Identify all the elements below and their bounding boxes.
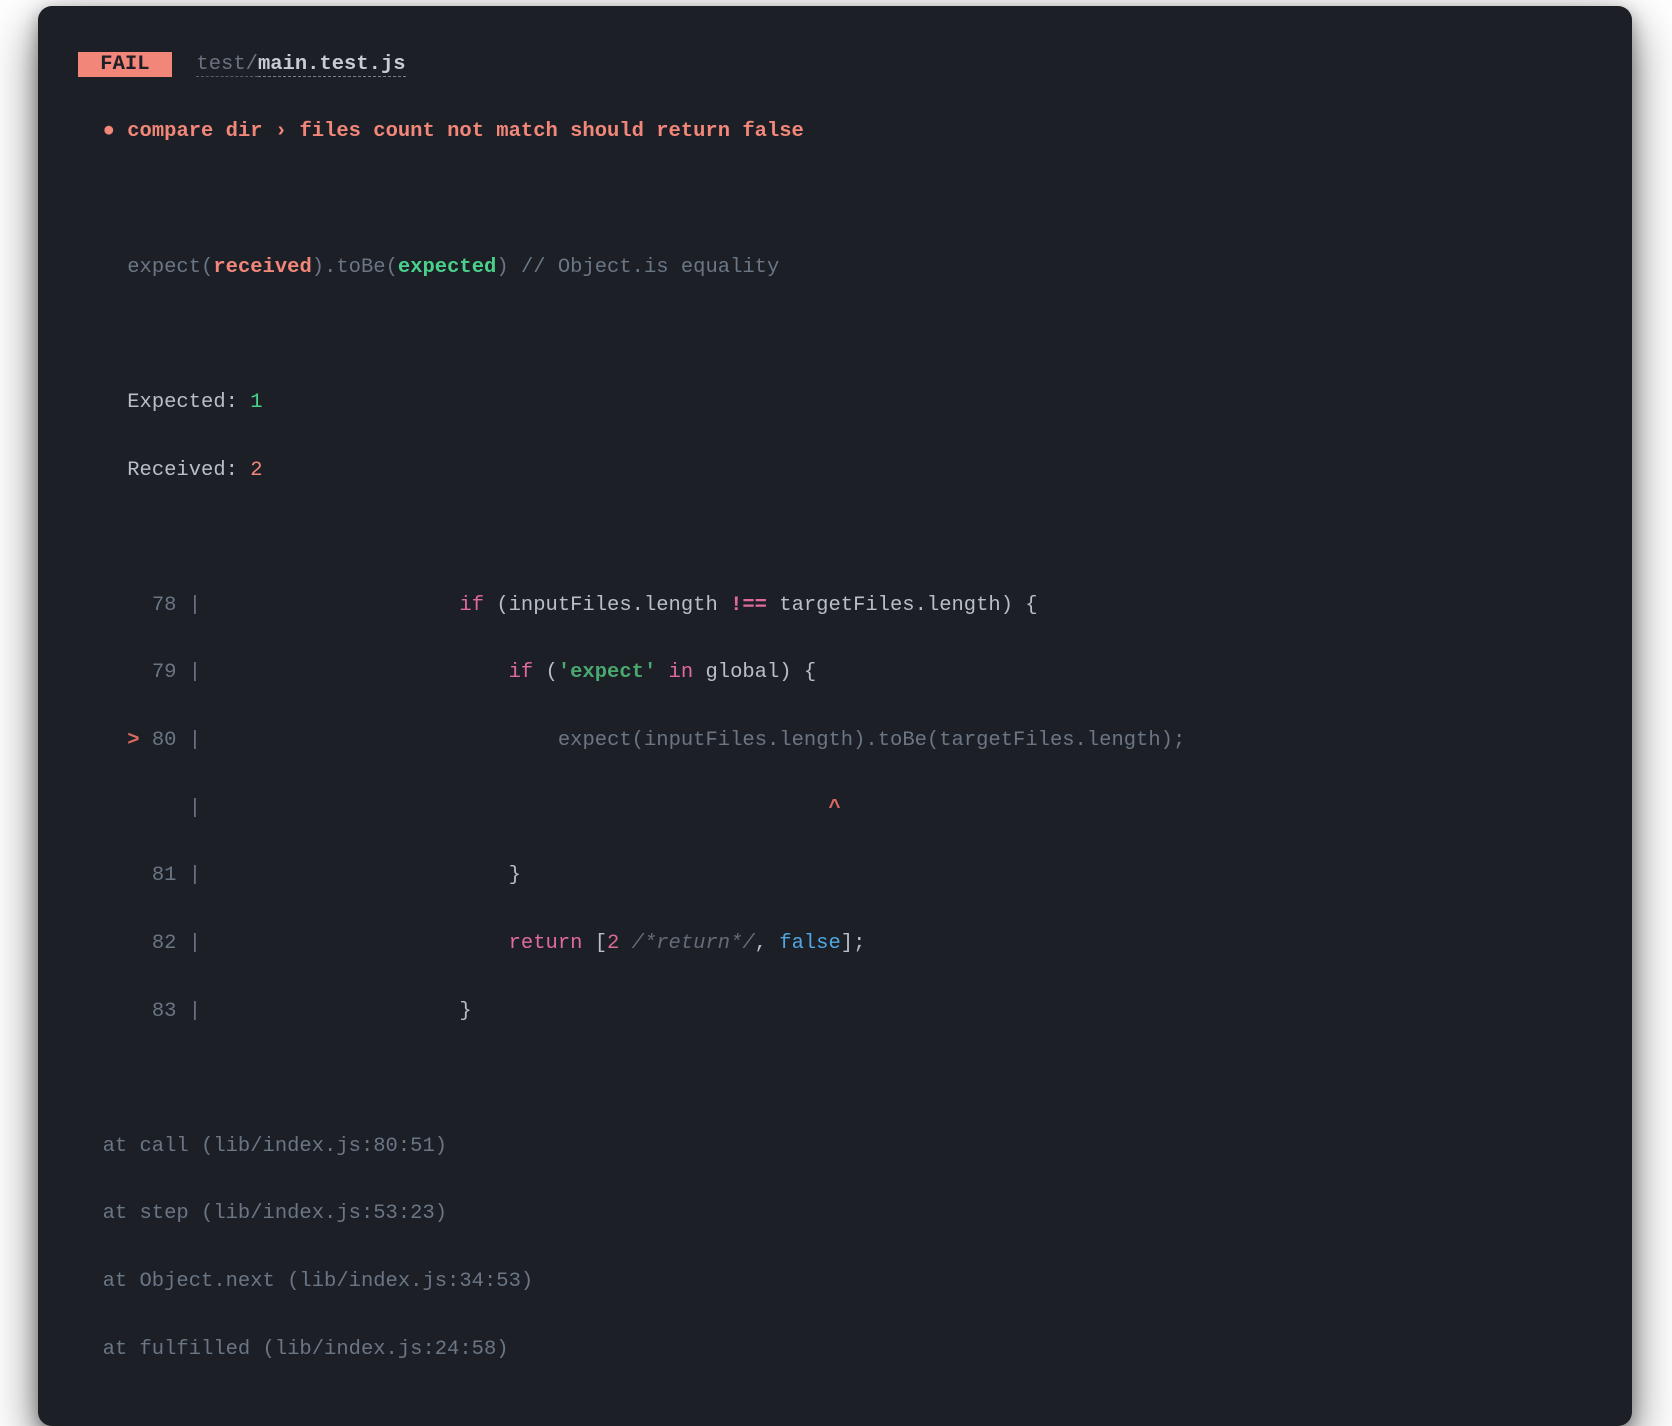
stack-0: at call (lib/index.js:80:51) [78,1130,1592,1164]
bullet-icon: ● [103,120,115,143]
received-value: 2 [250,459,262,482]
received-token: received [213,256,311,279]
code-line-82: 82 | return [2 /*return*/, false]; [78,927,1592,961]
code-line-caret: | ^ [78,792,1592,826]
code-line-79: 79 | if ('expect' in global) { [78,656,1592,690]
expected-value: 1 [250,391,262,414]
file-name: main.test.js [258,53,406,77]
test-title: compare dir › files count not match shou… [127,120,804,143]
file-dir: test/ [196,53,258,77]
code-line-78: 78 | if (inputFiles.length !== targetFil… [78,589,1592,623]
fail-badge: FAIL [78,52,172,77]
error-arrow-icon: > [127,729,139,752]
code-line-80: > 80 | expect(inputFiles.length).toBe(ta… [78,724,1592,758]
matcher-line: expect(received).toBe(expected) // Objec… [78,251,1592,285]
stack-3: at fulfilled (lib/index.js:24:58) [78,1333,1592,1367]
stack-1: at step (lib/index.js:53:23) [78,1197,1592,1231]
header-line: FAIL test/main.test.js [78,48,1592,82]
expected-line: Expected: 1 [78,386,1592,420]
expected-token: expected [398,256,496,279]
test-title-line: ● compare dir › files count not match sh… [78,115,1592,149]
received-line: Received: 2 [78,454,1592,488]
code-line-81: 81 | } [78,859,1592,893]
caret-icon: ^ [828,797,840,820]
stack-2: at Object.next (lib/index.js:34:53) [78,1265,1592,1299]
test-output-terminal: FAIL test/main.test.js ● compare dir › f… [38,6,1632,1426]
code-line-83: 83 | } [78,995,1592,1029]
